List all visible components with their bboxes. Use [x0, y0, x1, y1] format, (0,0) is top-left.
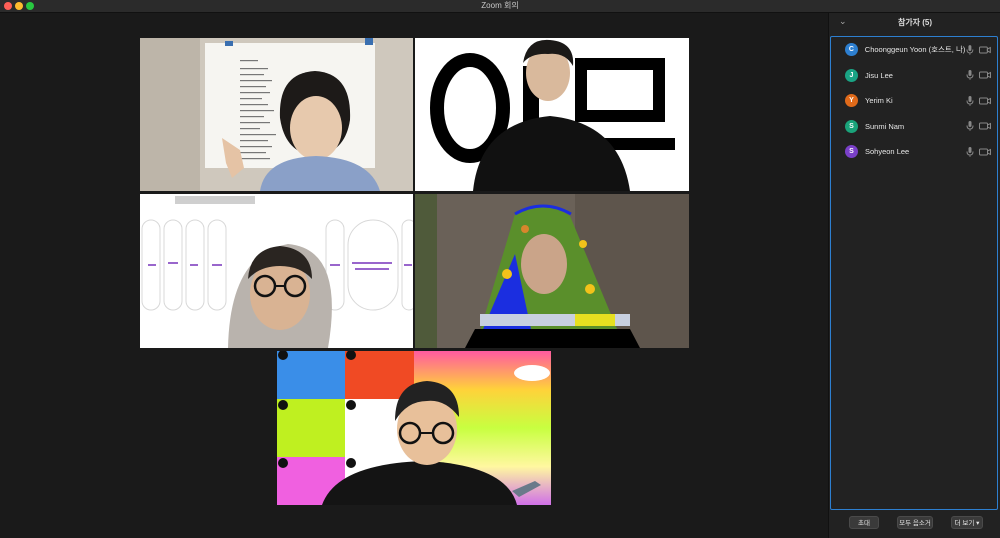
participants-list: C Choonggeun Yoon (호스트, 나) J Jisu Lee Y …: [830, 36, 998, 510]
panel-title: 참가자 (5): [897, 18, 933, 27]
window-title: Zoom 회의: [481, 1, 519, 10]
avatar: S: [845, 119, 858, 133]
video-tile-1-frame: [140, 38, 413, 191]
more-button[interactable]: 더 보기 ▾: [951, 516, 983, 529]
participant-name: Sunmi Nam: [865, 121, 905, 131]
microphone-icon[interactable]: [965, 146, 975, 158]
avatar: Y: [845, 94, 858, 108]
video-tile-5-frame: [277, 351, 551, 505]
microphone-icon[interactable]: [965, 69, 975, 81]
participants-panel: ⌄ 참가자 (5) C Choonggeun Yoon (호스트, 나) J J…: [828, 13, 1000, 538]
camera-icon[interactable]: [979, 121, 991, 131]
participant-name: Choonggeun Yoon (호스트, 나): [864, 45, 966, 55]
video-gallery: 이 모: [0, 13, 828, 538]
mute-all-button[interactable]: 모두 음소거: [897, 516, 933, 529]
avatar: J: [845, 68, 858, 82]
video-tile-2[interactable]: 이 모: [415, 38, 689, 191]
video-tile-4-frame: [415, 194, 689, 348]
participant-row[interactable]: S Sunmi Nam: [831, 114, 997, 140]
camera-icon[interactable]: [979, 45, 991, 55]
video-tile-3[interactable]: [140, 194, 413, 348]
window-titlebar: Zoom 회의: [0, 0, 1000, 13]
invite-button[interactable]: 초대: [849, 516, 879, 529]
panel-header: ⌄ 참가자 (5): [829, 13, 1000, 33]
participant-name: Sohyeon Lee: [865, 147, 910, 157]
microphone-icon[interactable]: [965, 44, 975, 56]
tile2-glyphs: 이 모: [415, 38, 417, 39]
avatar: C: [845, 43, 858, 57]
video-tile-3-frame: [140, 194, 413, 348]
camera-icon[interactable]: [979, 96, 991, 106]
participant-row[interactable]: S Sohyeon Lee: [831, 139, 997, 165]
video-tile-1[interactable]: [140, 38, 413, 191]
participant-row[interactable]: C Choonggeun Yoon (호스트, 나): [831, 37, 997, 63]
video-tile-4[interactable]: [415, 194, 689, 348]
participant-name: Jisu Lee: [865, 70, 893, 80]
participant-row[interactable]: Y Yerim Ki: [831, 88, 997, 114]
video-tile-5[interactable]: [277, 351, 551, 505]
avatar: S: [845, 145, 858, 159]
video-tile-2-frame: 이 모: [415, 38, 689, 191]
camera-icon[interactable]: [979, 147, 991, 157]
participant-row[interactable]: J Jisu Lee: [831, 63, 997, 89]
microphone-icon[interactable]: [965, 120, 975, 132]
panel-footer: 초대 모두 음소거 더 보기 ▾: [829, 510, 1000, 538]
participant-name: Yerim Ki: [865, 96, 893, 106]
camera-icon[interactable]: [979, 70, 991, 80]
microphone-icon[interactable]: [965, 95, 975, 107]
